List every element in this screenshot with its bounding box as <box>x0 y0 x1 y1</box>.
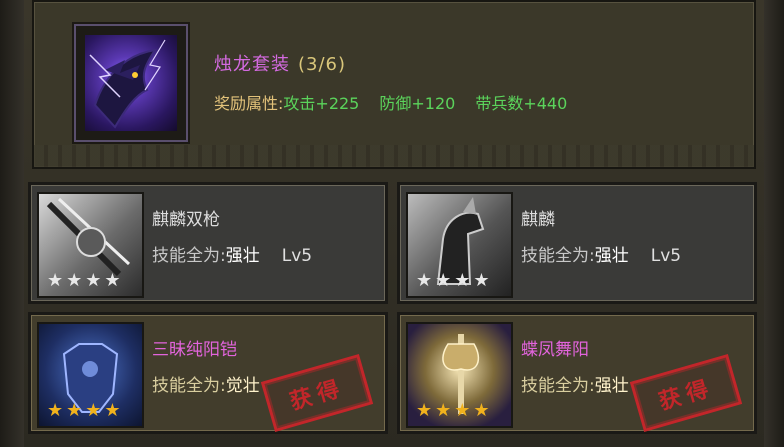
armor-icon: ★ ★ ★ ★ <box>37 322 144 428</box>
star-icon: ★ <box>66 400 83 421</box>
star-icon: ★ <box>85 270 102 291</box>
bonus-label: 奖励属性: <box>214 94 284 113</box>
star-icon: ★ <box>47 400 64 421</box>
star-rating: ★ ★ ★ ★ <box>47 402 121 420</box>
equipment-card-sanmei-armor[interactable]: ★ ★ ★ ★ 三昧纯阳铠 技能全为:觉壮 获得 <box>28 312 388 434</box>
skill-value: 强壮 <box>594 376 629 396</box>
star-icon: ★ <box>473 400 490 421</box>
star-icon: ★ <box>435 400 452 421</box>
item-name: 三昧纯阳铠 <box>152 340 237 360</box>
twin-spears-icon: ★ ★ ★ ★ <box>37 192 144 298</box>
star-icon: ★ <box>473 270 490 291</box>
item-skill: 技能全为:觉壮 <box>152 371 260 396</box>
skill-label: 技能全为: <box>521 376 595 396</box>
star-icon: ★ <box>416 270 433 291</box>
star-icon: ★ <box>454 400 471 421</box>
skill-level: Lv5 <box>281 246 313 266</box>
set-name: 烛龙套装 <box>214 54 290 75</box>
set-info-panel: 烛龙套装 (3/6) 奖励属性:攻击+225 防御+120 带兵数+440 <box>32 0 756 169</box>
obtained-stamp: 获得 <box>629 353 743 433</box>
skill-label: 技能全为: <box>521 246 595 266</box>
star-icon: ★ <box>416 400 433 421</box>
set-bonus-attributes: 奖励属性:攻击+225 防御+120 带兵数+440 <box>214 90 587 114</box>
set-count: (3/6) <box>298 54 347 75</box>
item-skill: 技能全为:强壮 <box>521 371 629 396</box>
attr-attack: 攻击+225 <box>283 94 360 113</box>
item-skill: 技能全为:强壮 Lv5 <box>152 241 312 266</box>
star-icon: ★ <box>104 270 121 291</box>
obtained-stamp: 获得 <box>260 353 374 433</box>
item-name: 蝶凤舞阳 <box>521 340 589 360</box>
equipment-card-diefeng-wuyang[interactable]: ★ ★ ★ ★ 蝶凤舞阳 技能全为:强壮 获得 <box>397 312 757 434</box>
skill-label: 技能全为: <box>152 376 226 396</box>
skill-level: Lv5 <box>650 246 682 266</box>
star-icon: ★ <box>47 270 64 291</box>
item-name: 麒麟双枪 <box>152 210 220 230</box>
qilin-mount-icon: ★ ★ ★ ★ <box>406 192 513 298</box>
star-rating: ★ ★ ★ ★ <box>416 402 490 420</box>
star-icon: ★ <box>454 270 471 291</box>
set-title: 烛龙套装 (3/6) <box>214 50 346 76</box>
halberd-icon: ★ ★ ★ ★ <box>406 322 513 428</box>
skill-value: 强壮 <box>225 246 260 266</box>
skill-label: 技能全为: <box>152 246 226 266</box>
panel-ornament <box>34 145 754 167</box>
set-icon-frame[interactable] <box>74 24 188 142</box>
star-icon: ★ <box>85 400 102 421</box>
equipment-card-qilin-spears[interactable]: ★ ★ ★ ★ 麒麟双枪 技能全为:强壮 Lv5 <box>28 182 388 304</box>
star-icon: ★ <box>435 270 452 291</box>
star-rating: ★ ★ ★ ★ <box>416 272 490 290</box>
attr-troops: 带兵数+440 <box>475 94 568 113</box>
star-icon: ★ <box>66 270 83 291</box>
dragon-set-icon <box>85 35 177 131</box>
item-name: 麒麟 <box>521 210 555 230</box>
equipment-card-qilin[interactable]: ★ ★ ★ ★ 麒麟 技能全为:强壮 Lv5 <box>397 182 757 304</box>
star-rating: ★ ★ ★ ★ <box>47 272 121 290</box>
skill-value: 觉壮 <box>225 376 260 396</box>
attr-defense: 防御+120 <box>379 94 456 113</box>
item-skill: 技能全为:强壮 Lv5 <box>521 241 681 266</box>
star-icon: ★ <box>104 400 121 421</box>
skill-value: 强壮 <box>594 246 629 266</box>
